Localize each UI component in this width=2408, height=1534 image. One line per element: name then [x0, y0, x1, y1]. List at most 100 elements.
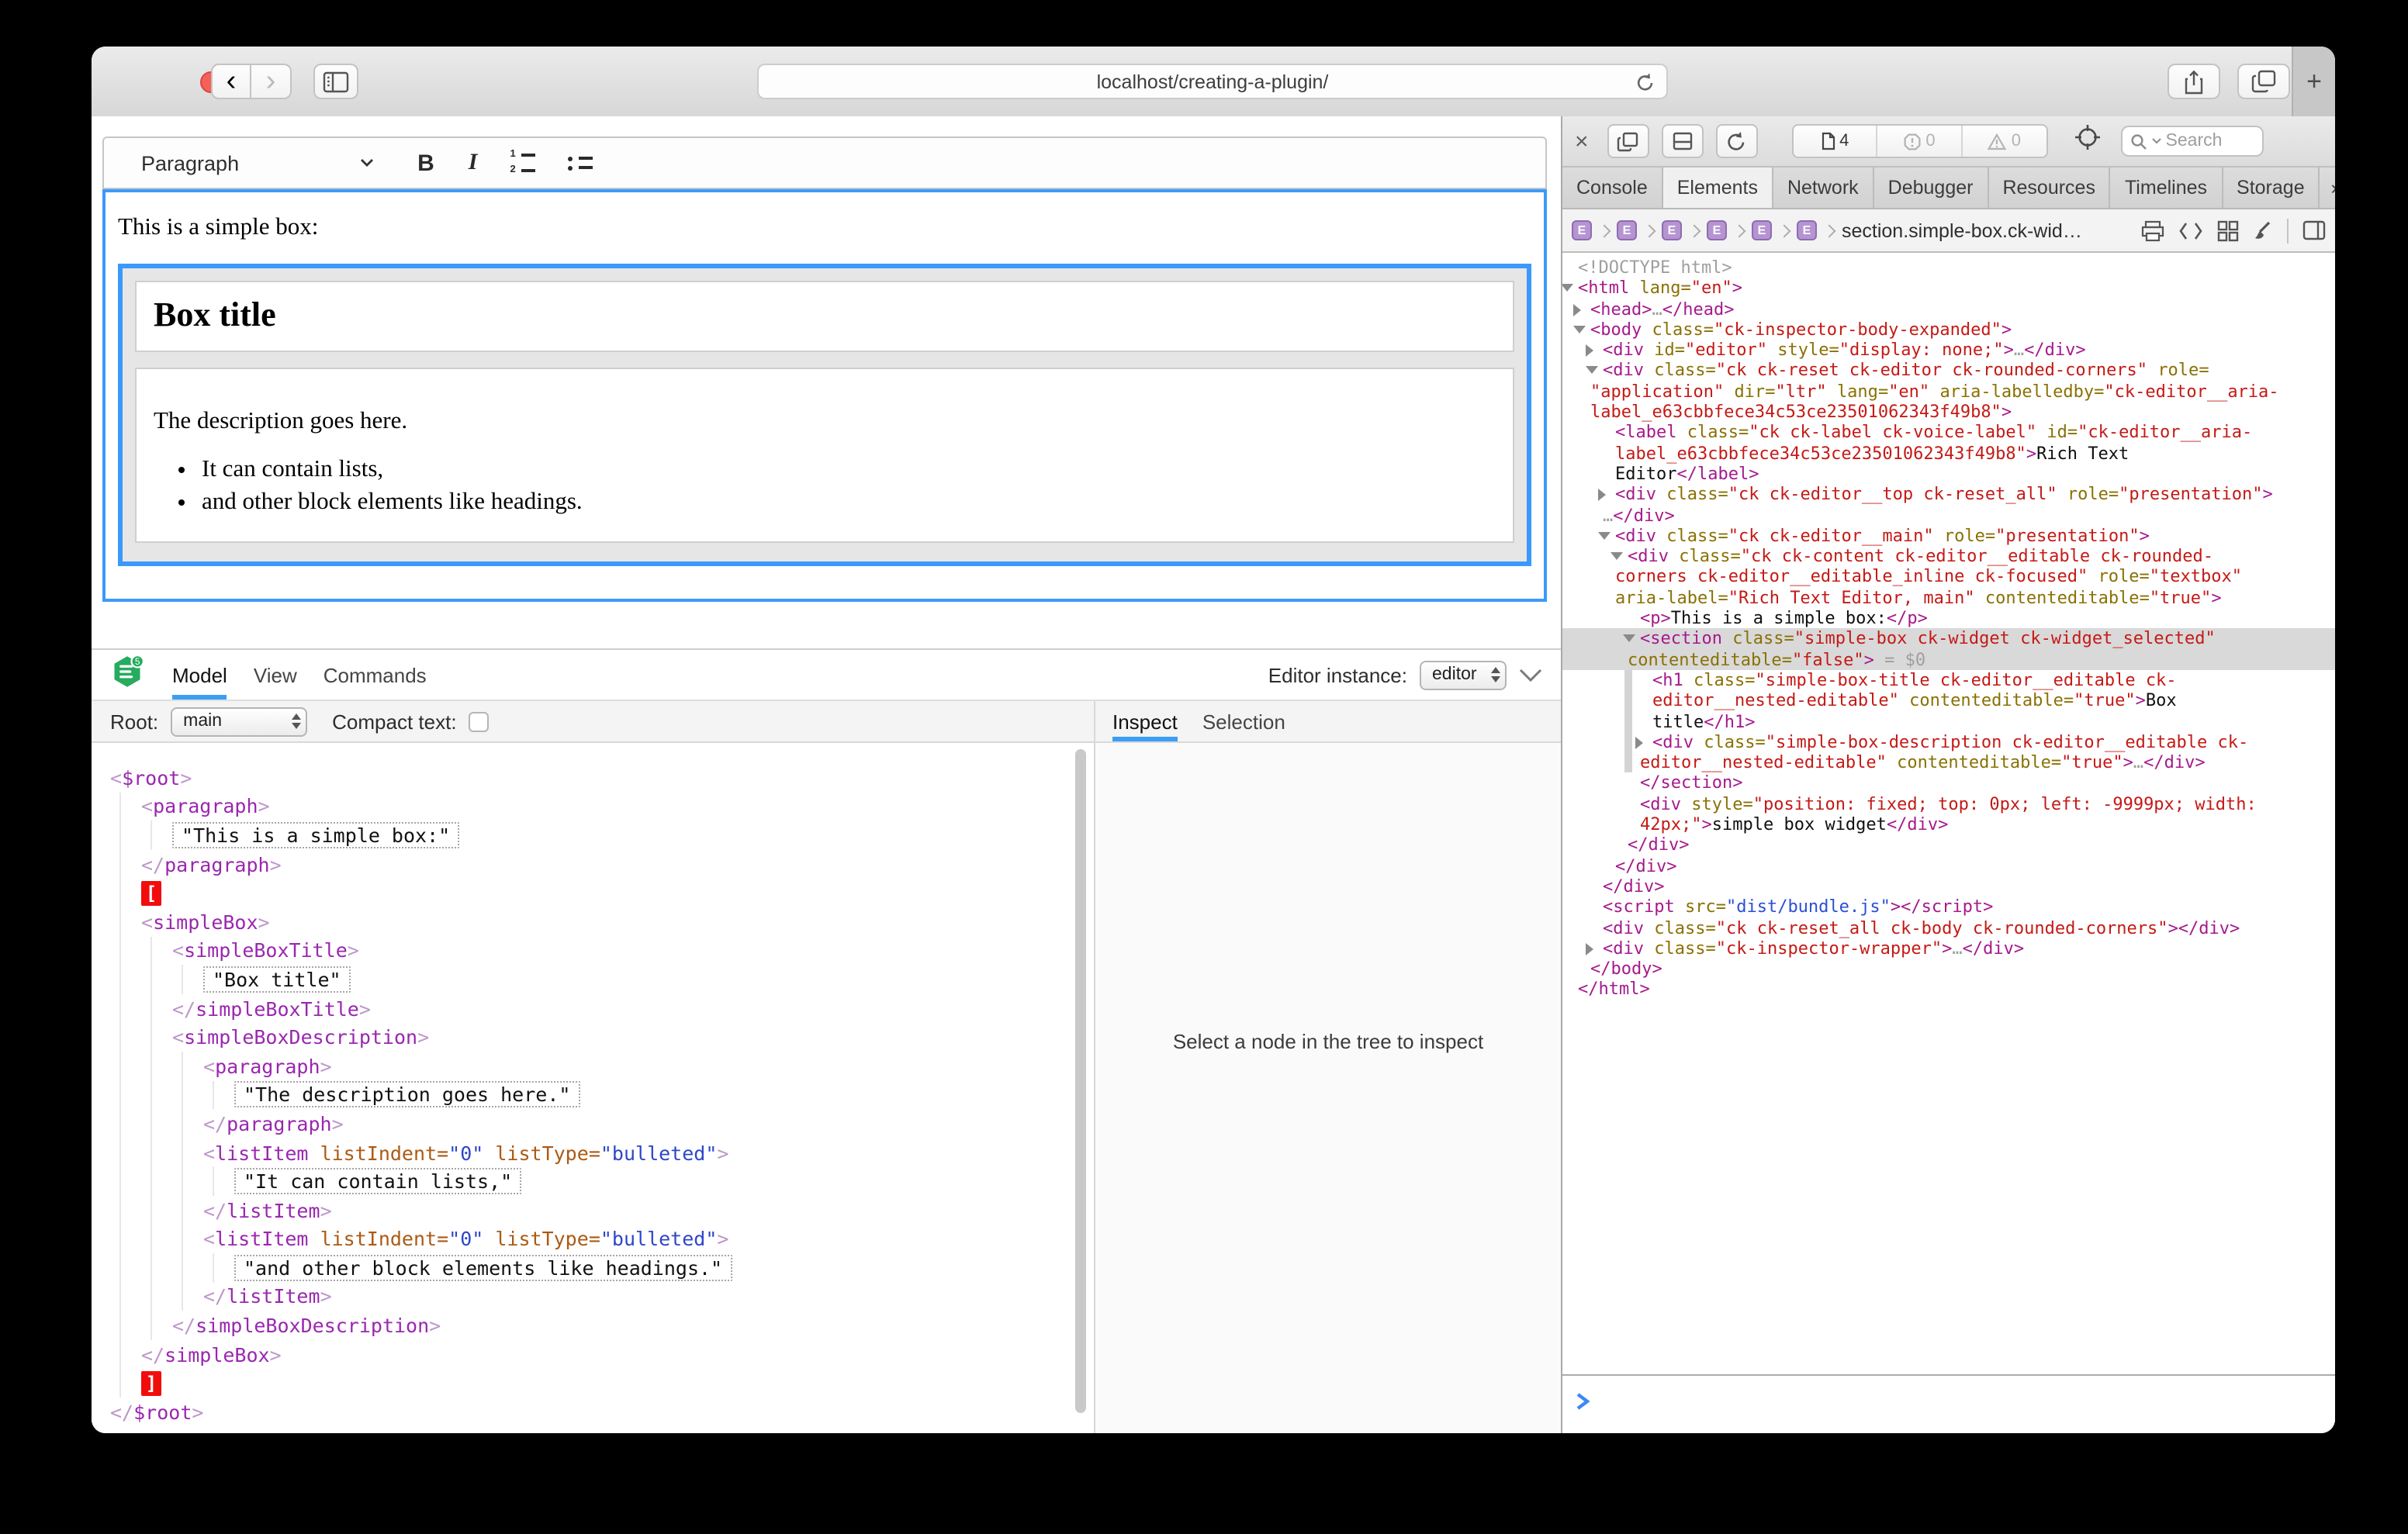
- dom-tree-row[interactable]: label_e63cbbfece34c53ce23501062343f49b8"…: [1562, 402, 2335, 423]
- dom-tree-row[interactable]: <label class="ck ck-label ck-voice-label…: [1562, 423, 2335, 444]
- breadcrumb-current[interactable]: section.simple-box.ck-wid…: [1842, 219, 2082, 241]
- model-tree-row[interactable]: </$root>: [110, 1398, 1094, 1426]
- dom-tree-row[interactable]: "application" dir="ltr" lang="en" aria-l…: [1562, 382, 2335, 403]
- disclosure-collapsed-icon[interactable]: [1598, 489, 1606, 502]
- italic-button[interactable]: I: [469, 150, 478, 176]
- disclosure-collapsed-icon[interactable]: [1573, 303, 1581, 316]
- reload-button[interactable]: [1635, 71, 1656, 98]
- model-tree-row[interactable]: [: [110, 879, 1094, 907]
- element-badge[interactable]: E: [1797, 220, 1817, 240]
- more-tabs-button[interactable]: »: [2320, 168, 2335, 208]
- simple-box-widget[interactable]: Box title The description goes here. It …: [118, 264, 1531, 566]
- dom-tree-row[interactable]: editor__nested-editable" contenteditable…: [1562, 752, 2335, 773]
- dom-tree-row[interactable]: <div class="ck ck-content ck-editor__edi…: [1562, 546, 2335, 567]
- dom-tree-row[interactable]: corners ck-editor__editable_inline ck-fo…: [1562, 567, 2335, 588]
- devtools-tab-resources[interactable]: Resources: [1988, 168, 2111, 208]
- back-button[interactable]: ‹: [211, 64, 251, 99]
- dom-tree-row[interactable]: <div class="ck ck-editor__top ck-reset_a…: [1562, 485, 2335, 506]
- compact-text-checkbox[interactable]: [469, 711, 490, 731]
- model-tree-row[interactable]: </simpleBoxDescription>: [110, 1311, 1094, 1340]
- element-badge[interactable]: E: [1572, 220, 1592, 240]
- dom-tree-row[interactable]: </div>: [1562, 855, 2335, 876]
- devtools-close-button[interactable]: ×: [1575, 130, 1589, 153]
- model-tree-row[interactable]: <listItem listIndent="0" listType="bulle…: [110, 1138, 1094, 1166]
- model-tree-row[interactable]: "It can contain lists,": [110, 1167, 1094, 1196]
- error-count[interactable]: 0: [1877, 126, 1961, 157]
- dom-tree-row[interactable]: <div class="ck ck-reset_all ck-body ck-r…: [1562, 917, 2335, 938]
- styles-brush-icon[interactable]: [2253, 219, 2273, 241]
- devtools-tab-timelines[interactable]: Timelines: [2111, 168, 2223, 208]
- dom-tree-row[interactable]: </section>: [1562, 773, 2335, 794]
- element-badge[interactable]: E: [1752, 220, 1772, 240]
- element-badge[interactable]: E: [1662, 220, 1682, 240]
- console-prompt[interactable]: [1562, 1374, 2335, 1433]
- dom-tree-row[interactable]: Editor</label>: [1562, 464, 2335, 485]
- editor-instance-select[interactable]: editor: [1420, 660, 1507, 689]
- details-sidebar-toggle-icon[interactable]: [2302, 220, 2326, 240]
- dom-tree-row[interactable]: <h1 class="simple-box-title ck-editor__e…: [1562, 670, 2335, 691]
- sidebar-toggle-button[interactable]: [313, 64, 358, 99]
- inspector-tab-commands[interactable]: Commands: [323, 650, 427, 700]
- dom-tree-row[interactable]: <div class="simple-box-description ck-ed…: [1562, 732, 2335, 753]
- element-badge[interactable]: E: [1617, 220, 1637, 240]
- address-bar[interactable]: localhost/creating-a-plugin/: [757, 64, 1668, 99]
- devtools-search-field[interactable]: Search: [2121, 126, 2264, 157]
- dom-tree-row[interactable]: <body class="ck-inspector-body-expanded"…: [1562, 320, 2335, 340]
- disclosure-collapsed-icon[interactable]: [1586, 943, 1593, 955]
- model-tree-row[interactable]: "The description goes here.": [110, 1080, 1094, 1109]
- editor-paragraph[interactable]: This is a simple box:: [118, 214, 1531, 242]
- model-tree-row[interactable]: </listItem>: [110, 1196, 1094, 1225]
- heading-dropdown[interactable]: Paragraph: [141, 151, 239, 174]
- dom-tree-row[interactable]: <html lang="en">: [1562, 278, 2335, 299]
- dom-tree-row[interactable]: …</div>: [1562, 505, 2335, 526]
- simple-box-title-field[interactable]: Box title: [135, 281, 1514, 352]
- disclosure-expanded-icon[interactable]: [1611, 552, 1623, 560]
- resource-count[interactable]: 4: [1794, 126, 1877, 157]
- model-tree-row[interactable]: </simpleBox>: [110, 1340, 1094, 1369]
- model-tree-row[interactable]: </paragraph>: [110, 850, 1094, 879]
- dom-tree-row[interactable]: aria-label="Rich Text Editor, main" cont…: [1562, 588, 2335, 609]
- box-title-text[interactable]: Box title: [154, 295, 1513, 335]
- model-tree-row[interactable]: "This is a simple box:": [110, 821, 1094, 849]
- disclosure-expanded-icon[interactable]: [1562, 285, 1573, 292]
- model-tree-row[interactable]: </simpleBoxTitle>: [110, 994, 1094, 1023]
- dom-tree-row[interactable]: <script src="dist/bundle.js"></script>: [1562, 897, 2335, 917]
- model-tree-row[interactable]: <simpleBox>: [110, 907, 1094, 936]
- bold-button[interactable]: B: [417, 150, 434, 176]
- root-select[interactable]: main: [171, 707, 307, 736]
- model-tree-row[interactable]: <$root>: [110, 763, 1094, 792]
- dom-tree-row[interactable]: contenteditable="false"> = $0: [1562, 649, 2335, 670]
- dom-tree-row[interactable]: <div id="editor" style="display: none;">…: [1562, 340, 2335, 361]
- box-list-item[interactable]: It can contain lists,: [202, 456, 1513, 484]
- devtools-tab-debugger[interactable]: Debugger: [1874, 168, 1989, 208]
- dom-tree-row[interactable]: 42px;">simple box widget</div>: [1562, 814, 2335, 835]
- dom-tree-row[interactable]: </div>: [1562, 835, 2335, 856]
- numbered-list-button[interactable]: 1 2: [510, 150, 535, 175]
- dock-to-bottom-button[interactable]: [1662, 124, 1704, 158]
- box-bullet-list[interactable]: It can contain lists,and other block ele…: [154, 456, 1513, 517]
- dom-tree-row[interactable]: <p>This is a simple box:</p>: [1562, 608, 2335, 629]
- forward-button[interactable]: ›: [251, 64, 292, 99]
- model-tree-row[interactable]: <paragraph>: [110, 792, 1094, 821]
- new-tab-button[interactable]: +: [2292, 47, 2335, 116]
- model-tree-row[interactable]: "and other block elements like headings.…: [110, 1253, 1094, 1282]
- tab-overview-button[interactable]: [2237, 64, 2290, 99]
- devtools-tab-console[interactable]: Console: [1562, 168, 1663, 208]
- disclosure-expanded-icon[interactable]: [1573, 326, 1586, 333]
- model-tree-scrollbar[interactable]: [1075, 749, 1086, 1413]
- dom-tree-row[interactable]: </body>: [1562, 959, 2335, 979]
- inspector-tab-model[interactable]: Model: [172, 650, 227, 700]
- dom-tree-row[interactable]: <div class="ck ck-editor__main" role="pr…: [1562, 526, 2335, 547]
- dom-tree-row[interactable]: <div class="ck ck-reset ck-editor ck-rou…: [1562, 361, 2335, 382]
- devtools-tab-elements[interactable]: Elements: [1663, 168, 1773, 208]
- share-button[interactable]: [2168, 64, 2220, 99]
- layout-grid-icon[interactable]: [2217, 219, 2239, 241]
- disclosure-expanded-icon[interactable]: [1623, 635, 1635, 643]
- model-tree-row[interactable]: ]: [110, 1369, 1094, 1398]
- inspector-side-tab-inspect[interactable]: Inspect: [1112, 701, 1178, 741]
- devtools-tab-storage[interactable]: Storage: [2223, 168, 2320, 208]
- print-icon[interactable]: [2141, 219, 2164, 241]
- dom-tree-row[interactable]: <section class="simple-box ck-widget ck-…: [1562, 629, 2335, 650]
- bulleted-list-button[interactable]: [567, 156, 592, 170]
- model-tree-row[interactable]: </paragraph>: [110, 1109, 1094, 1138]
